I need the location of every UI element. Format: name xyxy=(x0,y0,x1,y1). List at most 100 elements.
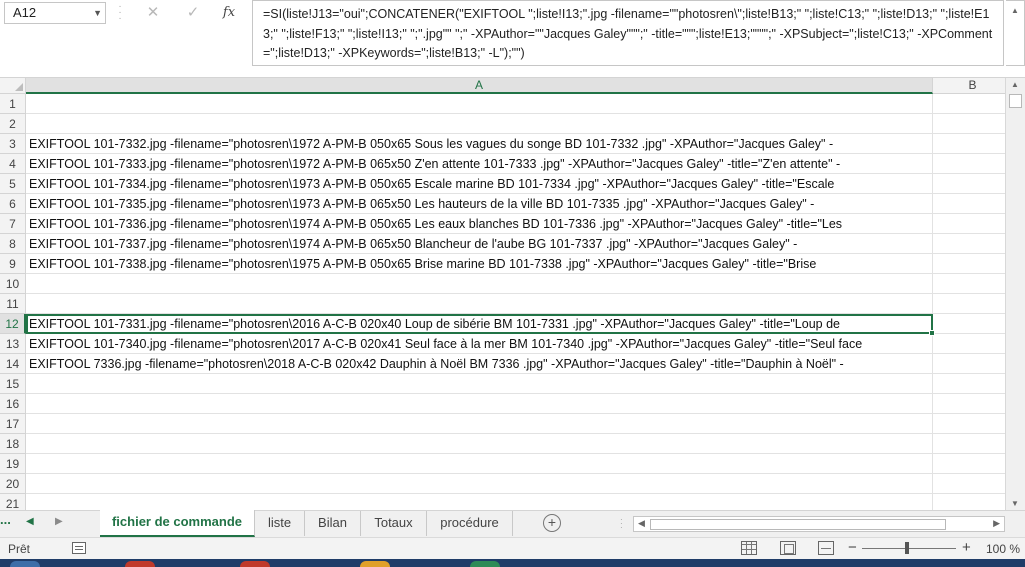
cell-a[interactable]: EXIFTOOL 101-7334.jpg -filename="photosr… xyxy=(26,174,933,194)
cell-b[interactable] xyxy=(933,494,1005,510)
cell-b[interactable] xyxy=(933,314,1005,334)
cell-b[interactable] xyxy=(933,114,1005,134)
cell-a[interactable]: EXIFTOOL 101-7338.jpg -filename="photosr… xyxy=(26,254,933,274)
row-header[interactable]: 1 xyxy=(0,94,26,114)
cell-a[interactable]: EXIFTOOL 101-7340.jpg -filename="photosr… xyxy=(26,334,933,354)
cell-b[interactable] xyxy=(933,94,1005,114)
cell-a[interactable]: EXIFTOOL 7336.jpg -filename="photosren\2… xyxy=(26,354,933,374)
cell-a[interactable]: EXIFTOOL 101-7332.jpg -filename="photosr… xyxy=(26,134,933,154)
cell-a[interactable] xyxy=(26,414,933,434)
cell-a[interactable] xyxy=(26,474,933,494)
cell-b[interactable] xyxy=(933,154,1005,174)
name-box[interactable]: A12 ▼ xyxy=(4,2,106,24)
cell-a[interactable] xyxy=(26,114,933,134)
row-header[interactable]: 11 xyxy=(0,294,26,314)
cell-b[interactable] xyxy=(933,394,1005,414)
row-header[interactable]: 2 xyxy=(0,114,26,134)
row-header[interactable]: 16 xyxy=(0,394,26,414)
row-header[interactable]: 3 xyxy=(0,134,26,154)
cell-a[interactable] xyxy=(26,294,933,314)
prev-sheet-icon[interactable]: ◀ xyxy=(26,516,34,527)
cell-b[interactable] xyxy=(933,334,1005,354)
checkmark-icon[interactable]: ✓ xyxy=(180,2,206,24)
fill-handle[interactable] xyxy=(929,330,935,336)
formula-input[interactable]: =SI(liste!J13="oui";CONCATENER("EXIFTOOL… xyxy=(252,0,1004,66)
row-header[interactable]: 19 xyxy=(0,454,26,474)
cell-b[interactable] xyxy=(933,474,1005,494)
cell-b[interactable] xyxy=(933,414,1005,434)
cell-a[interactable] xyxy=(26,94,933,114)
cell-a[interactable]: EXIFTOOL 101-7337.jpg -filename="photosr… xyxy=(26,234,933,254)
vertical-scrollbar[interactable]: ▲ ▼ xyxy=(1005,78,1025,510)
page-layout-view-icon[interactable] xyxy=(780,541,796,555)
zoom-slider[interactable] xyxy=(862,548,956,549)
tab-fichier-de-commande[interactable]: fichier de commande xyxy=(100,510,255,537)
row-header[interactable]: 5 xyxy=(0,174,26,194)
scroll-up-icon[interactable]: ▲ xyxy=(1011,80,1019,89)
formula-expand-button[interactable]: ▲ xyxy=(1006,0,1025,66)
hscroll-thumb[interactable] xyxy=(650,519,946,530)
cell-b[interactable] xyxy=(933,214,1005,234)
scroll-right-icon[interactable]: ▶ xyxy=(993,518,1000,529)
cell-b[interactable] xyxy=(933,294,1005,314)
cell-b[interactable] xyxy=(933,274,1005,294)
next-sheet-icon[interactable]: ▶ xyxy=(55,516,63,527)
cell-b[interactable] xyxy=(933,194,1005,214)
more-sheets-button[interactable]: ... xyxy=(0,512,11,527)
scroll-down-icon[interactable]: ▼ xyxy=(1011,499,1019,508)
row-header[interactable]: 17 xyxy=(0,414,26,434)
chevron-down-icon[interactable]: ▼ xyxy=(93,3,102,23)
zoom-in-icon[interactable]: + xyxy=(962,539,971,556)
row-header[interactable]: 10 xyxy=(0,274,26,294)
column-header-a[interactable]: A xyxy=(26,78,933,94)
row-header[interactable]: 9 xyxy=(0,254,26,274)
tab-split-handle[interactable]: · · · xyxy=(620,516,623,532)
row-header[interactable]: 4 xyxy=(0,154,26,174)
tab-totaux[interactable]: Totaux xyxy=(361,511,427,536)
cell-a[interactable] xyxy=(26,434,933,454)
scrollbar-thumb[interactable] xyxy=(1009,94,1022,108)
row-header[interactable]: 7 xyxy=(0,214,26,234)
cell-a[interactable] xyxy=(26,374,933,394)
fx-icon[interactable]: fx xyxy=(216,2,242,24)
cell-a[interactable]: EXIFTOOL 101-7335.jpg -filename="photosr… xyxy=(26,194,933,214)
row-header[interactable]: 21 xyxy=(0,494,26,510)
cell-a[interactable] xyxy=(26,394,933,414)
cell-a[interactable] xyxy=(26,494,933,510)
macro-record-icon[interactable] xyxy=(72,542,86,554)
cell-b[interactable] xyxy=(933,354,1005,374)
cell-b[interactable] xyxy=(933,134,1005,154)
tab-bilan[interactable]: Bilan xyxy=(305,511,361,536)
row-header[interactable]: 20 xyxy=(0,474,26,494)
row-header[interactable]: 8 xyxy=(0,234,26,254)
cell-a[interactable]: EXIFTOOL 101-7336.jpg -filename="photosr… xyxy=(26,214,933,234)
row-header[interactable]: 6 xyxy=(0,194,26,214)
scroll-left-icon[interactable]: ◀ xyxy=(638,518,645,529)
cell-a[interactable] xyxy=(26,454,933,474)
zoom-out-icon[interactable]: − xyxy=(848,539,857,556)
cell-b[interactable] xyxy=(933,174,1005,194)
row-header[interactable]: 18 xyxy=(0,434,26,454)
tab-procedure[interactable]: procédure xyxy=(427,511,513,536)
tab-liste[interactable]: liste xyxy=(255,511,305,536)
cell-b[interactable] xyxy=(933,254,1005,274)
row-header[interactable]: 15 xyxy=(0,374,26,394)
horizontal-scrollbar[interactable]: ◀ ▶ xyxy=(633,516,1005,532)
zoom-level[interactable]: 100 % xyxy=(986,542,1020,556)
cell-a[interactable]: EXIFTOOL 101-7333.jpg -filename="photosr… xyxy=(26,154,933,174)
active-cell[interactable]: EXIFTOOL 101-7331.jpg -filename="photosr… xyxy=(26,314,935,336)
normal-view-icon[interactable] xyxy=(741,541,757,555)
cell-b[interactable] xyxy=(933,374,1005,394)
cell-b[interactable] xyxy=(933,234,1005,254)
page-break-view-icon[interactable] xyxy=(818,541,834,555)
row-header[interactable]: 12 xyxy=(0,314,26,334)
cell-a[interactable] xyxy=(26,274,933,294)
close-icon[interactable]: ✕ xyxy=(140,2,166,24)
cell-b[interactable] xyxy=(933,454,1005,474)
column-header-b[interactable]: B xyxy=(933,78,1005,94)
row-header[interactable]: 13 xyxy=(0,334,26,354)
plus-circle-icon[interactable]: + xyxy=(543,514,561,532)
select-all-corner[interactable] xyxy=(0,78,26,94)
row-header[interactable]: 14 xyxy=(0,354,26,374)
cell-b[interactable] xyxy=(933,434,1005,454)
